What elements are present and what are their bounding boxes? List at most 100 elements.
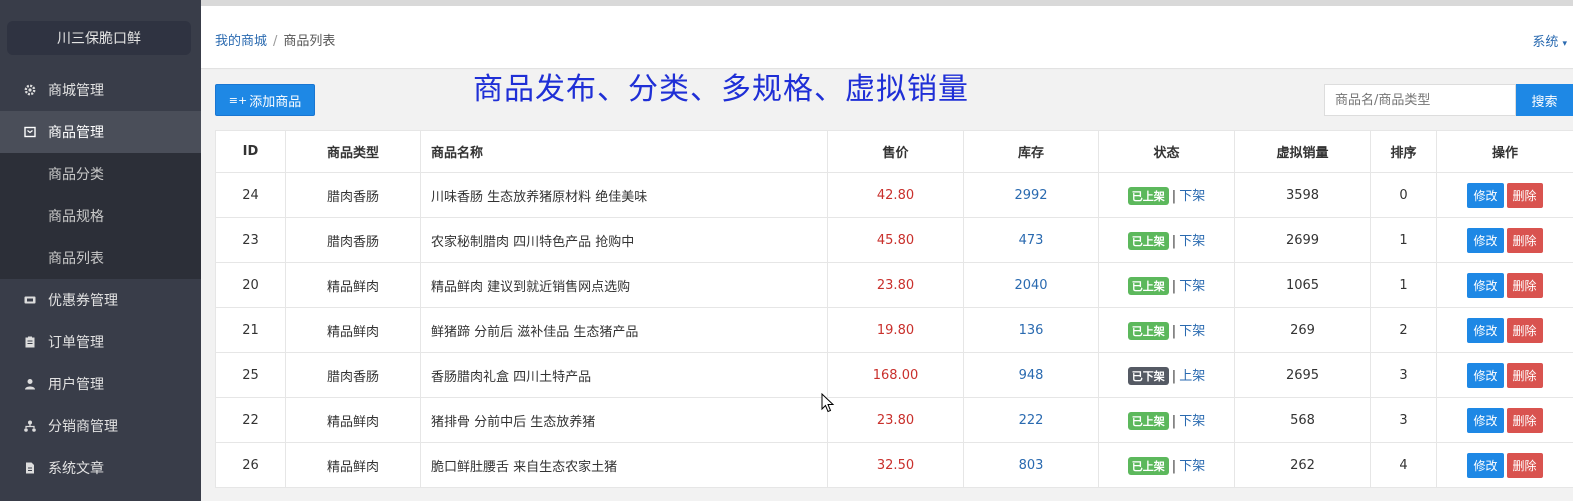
- cell-virtual-sales: 3598: [1234, 172, 1371, 218]
- cell-name: 鲜猪蹄 分前后 滋补佳品 生态猪产品: [420, 307, 828, 353]
- sidebar-item-product-list[interactable]: 商品列表: [0, 237, 201, 279]
- table-header-row: ID 商品类型 商品名称 售价 库存 状态 虚拟销量 排序 操作: [215, 130, 1573, 173]
- cell-actions: 修改 删除: [1436, 172, 1573, 218]
- status-toggle-link[interactable]: 下架: [1179, 414, 1205, 429]
- status-separator: |: [1171, 234, 1177, 249]
- system-menu[interactable]: 系统 ▾: [1532, 31, 1567, 50]
- cell-status: 已上架 | 下架: [1098, 397, 1235, 443]
- stock-link[interactable]: 473: [1019, 233, 1044, 248]
- cell-type: 腊肉香肠: [285, 352, 421, 398]
- delete-button[interactable]: 删除: [1506, 407, 1543, 433]
- column-header-status[interactable]: 状态: [1098, 130, 1235, 173]
- sidebar-item-product-category[interactable]: 商品分类: [0, 153, 201, 195]
- main-content: ≡+ 添加商品 商品发布、分类、多规格、虚拟销量 搜索 ID 商品类型 商品名称…: [201, 70, 1573, 501]
- edit-button[interactable]: 修改: [1467, 452, 1504, 478]
- sidebar-item-label: 商品管理: [48, 125, 104, 141]
- status-toggle-link[interactable]: 下架: [1179, 324, 1205, 339]
- cell-id: 21: [215, 307, 286, 353]
- sidebar-item-system-articles[interactable]: 系统文章: [0, 447, 201, 489]
- breadcrumb-current: 商品列表: [283, 34, 336, 49]
- status-badge: 已上架: [1127, 457, 1169, 475]
- sidebar-item-product-management[interactable]: 商品管理: [0, 111, 201, 153]
- edit-button[interactable]: 修改: [1467, 182, 1504, 208]
- delete-button[interactable]: 删除: [1506, 362, 1543, 388]
- status-badge: 已上架: [1127, 412, 1169, 430]
- edit-button[interactable]: 修改: [1467, 227, 1504, 253]
- user-icon: [24, 378, 36, 390]
- cell-price: 45.80: [827, 217, 964, 263]
- cell-stock: 473: [963, 217, 1099, 263]
- sidebar-item-label: 用户管理: [48, 377, 104, 393]
- edit-button[interactable]: 修改: [1467, 407, 1504, 433]
- coupon-icon: [24, 294, 36, 306]
- cell-virtual-sales: 269: [1234, 307, 1371, 353]
- cell-name: 香肠腊肉礼盒 四川土特产品: [420, 352, 828, 398]
- cell-name: 脆口鲜肚腰舌 来自生态农家土猪: [420, 442, 828, 488]
- status-toggle-link[interactable]: 下架: [1179, 459, 1205, 474]
- table-row: 21 精品鲜肉 鲜猪蹄 分前后 滋补佳品 生态猪产品 19.80 136 已上架 | 下架 26…: [215, 307, 1573, 353]
- cell-price: 23.80: [827, 397, 964, 443]
- search-button[interactable]: 搜索: [1516, 84, 1573, 116]
- stock-link[interactable]: 222: [1019, 413, 1044, 428]
- edit-button[interactable]: 修改: [1467, 272, 1504, 298]
- cell-status: 已上架 | 下架: [1098, 307, 1235, 353]
- edit-button[interactable]: 修改: [1467, 317, 1504, 343]
- stock-link[interactable]: 803: [1019, 458, 1044, 473]
- sidebar-item-coupon-management[interactable]: 优惠券管理: [0, 279, 201, 321]
- status-badge: 已上架: [1127, 232, 1169, 250]
- sidebar-item-label: 商城管理: [48, 83, 104, 99]
- delete-button[interactable]: 删除: [1506, 182, 1543, 208]
- sidebar-item-mall-management[interactable]: 商城管理: [0, 69, 201, 111]
- table-row: 20 精品鲜肉 精品鲜肉 建议到就近销售网点选购 23.80 2040 已上架 | 下架 106…: [215, 262, 1573, 308]
- breadcrumb-home-link[interactable]: 我的商城: [215, 34, 267, 49]
- stock-link[interactable]: 136: [1019, 323, 1044, 338]
- delete-button[interactable]: 删除: [1506, 317, 1543, 343]
- column-header-virtual-sales[interactable]: 虚拟销量: [1234, 130, 1371, 173]
- cell-status: 已上架 | 下架: [1098, 172, 1235, 218]
- status-toggle-link[interactable]: 下架: [1179, 279, 1205, 294]
- cell-id: 22: [215, 397, 286, 443]
- table-row: 26 精品鲜肉 脆口鲜肚腰舌 来自生态农家土猪 32.50 803 已上架 | 下架 262 4 修…: [215, 442, 1573, 488]
- sidebar-item-order-management[interactable]: 订单管理: [0, 321, 201, 363]
- cell-type: 精品鲜肉: [285, 442, 421, 488]
- status-toggle-link[interactable]: 下架: [1179, 189, 1205, 204]
- cell-stock: 2040: [963, 262, 1099, 308]
- search-input[interactable]: [1324, 84, 1516, 116]
- status-separator: |: [1171, 279, 1177, 294]
- column-header-id[interactable]: ID: [215, 130, 286, 173]
- column-header-price[interactable]: 售价: [827, 130, 964, 173]
- cell-price: 19.80: [827, 307, 964, 353]
- delete-button[interactable]: 删除: [1506, 272, 1543, 298]
- add-product-label: 添加商品: [249, 94, 302, 110]
- column-header-sort[interactable]: 排序: [1370, 130, 1437, 173]
- cell-actions: 修改 删除: [1436, 442, 1573, 488]
- sidebar: 川三保脆口鲜 商城管理 商品管理 商品分类 商品规格 商品列表 优惠券管理 订单…: [0, 0, 201, 501]
- cell-stock: 803: [963, 442, 1099, 488]
- cell-id: 23: [215, 217, 286, 263]
- table-row: 25 腊肉香肠 香肠腊肉礼盒 四川土特产品 168.00 948 已下架 | 上架 2695 3 修…: [215, 352, 1573, 398]
- status-badge: 已下架: [1127, 367, 1169, 385]
- delete-button[interactable]: 删除: [1506, 452, 1543, 478]
- column-header-name[interactable]: 商品名称: [420, 130, 828, 173]
- cell-stock: 2992: [963, 172, 1099, 218]
- mouse-cursor-icon: [821, 393, 835, 413]
- header: 我的商城 / 商品列表 系统 ▾: [201, 6, 1573, 69]
- column-header-stock[interactable]: 库存: [963, 130, 1099, 173]
- stock-link[interactable]: 2040: [1014, 278, 1047, 293]
- stock-link[interactable]: 948: [1019, 368, 1044, 383]
- delete-button[interactable]: 删除: [1506, 227, 1543, 253]
- status-toggle-link[interactable]: 下架: [1179, 234, 1205, 249]
- brand-logo[interactable]: 川三保脆口鲜: [7, 21, 191, 55]
- sidebar-item-user-management[interactable]: 用户管理: [0, 363, 201, 405]
- edit-button[interactable]: 修改: [1467, 362, 1504, 388]
- column-header-type[interactable]: 商品类型: [285, 130, 421, 173]
- cell-sort: 2: [1370, 307, 1437, 353]
- column-header-actions: 操作: [1436, 130, 1573, 173]
- cell-sort: 4: [1370, 442, 1437, 488]
- cell-name: 农家秘制腊肉 四川特色产品 抢购中: [420, 217, 828, 263]
- add-product-button[interactable]: ≡+ 添加商品: [215, 84, 315, 116]
- sidebar-item-product-spec[interactable]: 商品规格: [0, 195, 201, 237]
- stock-link[interactable]: 2992: [1014, 188, 1047, 203]
- sidebar-item-distributor-management[interactable]: 分销商管理: [0, 405, 201, 447]
- status-toggle-link[interactable]: 上架: [1179, 369, 1205, 384]
